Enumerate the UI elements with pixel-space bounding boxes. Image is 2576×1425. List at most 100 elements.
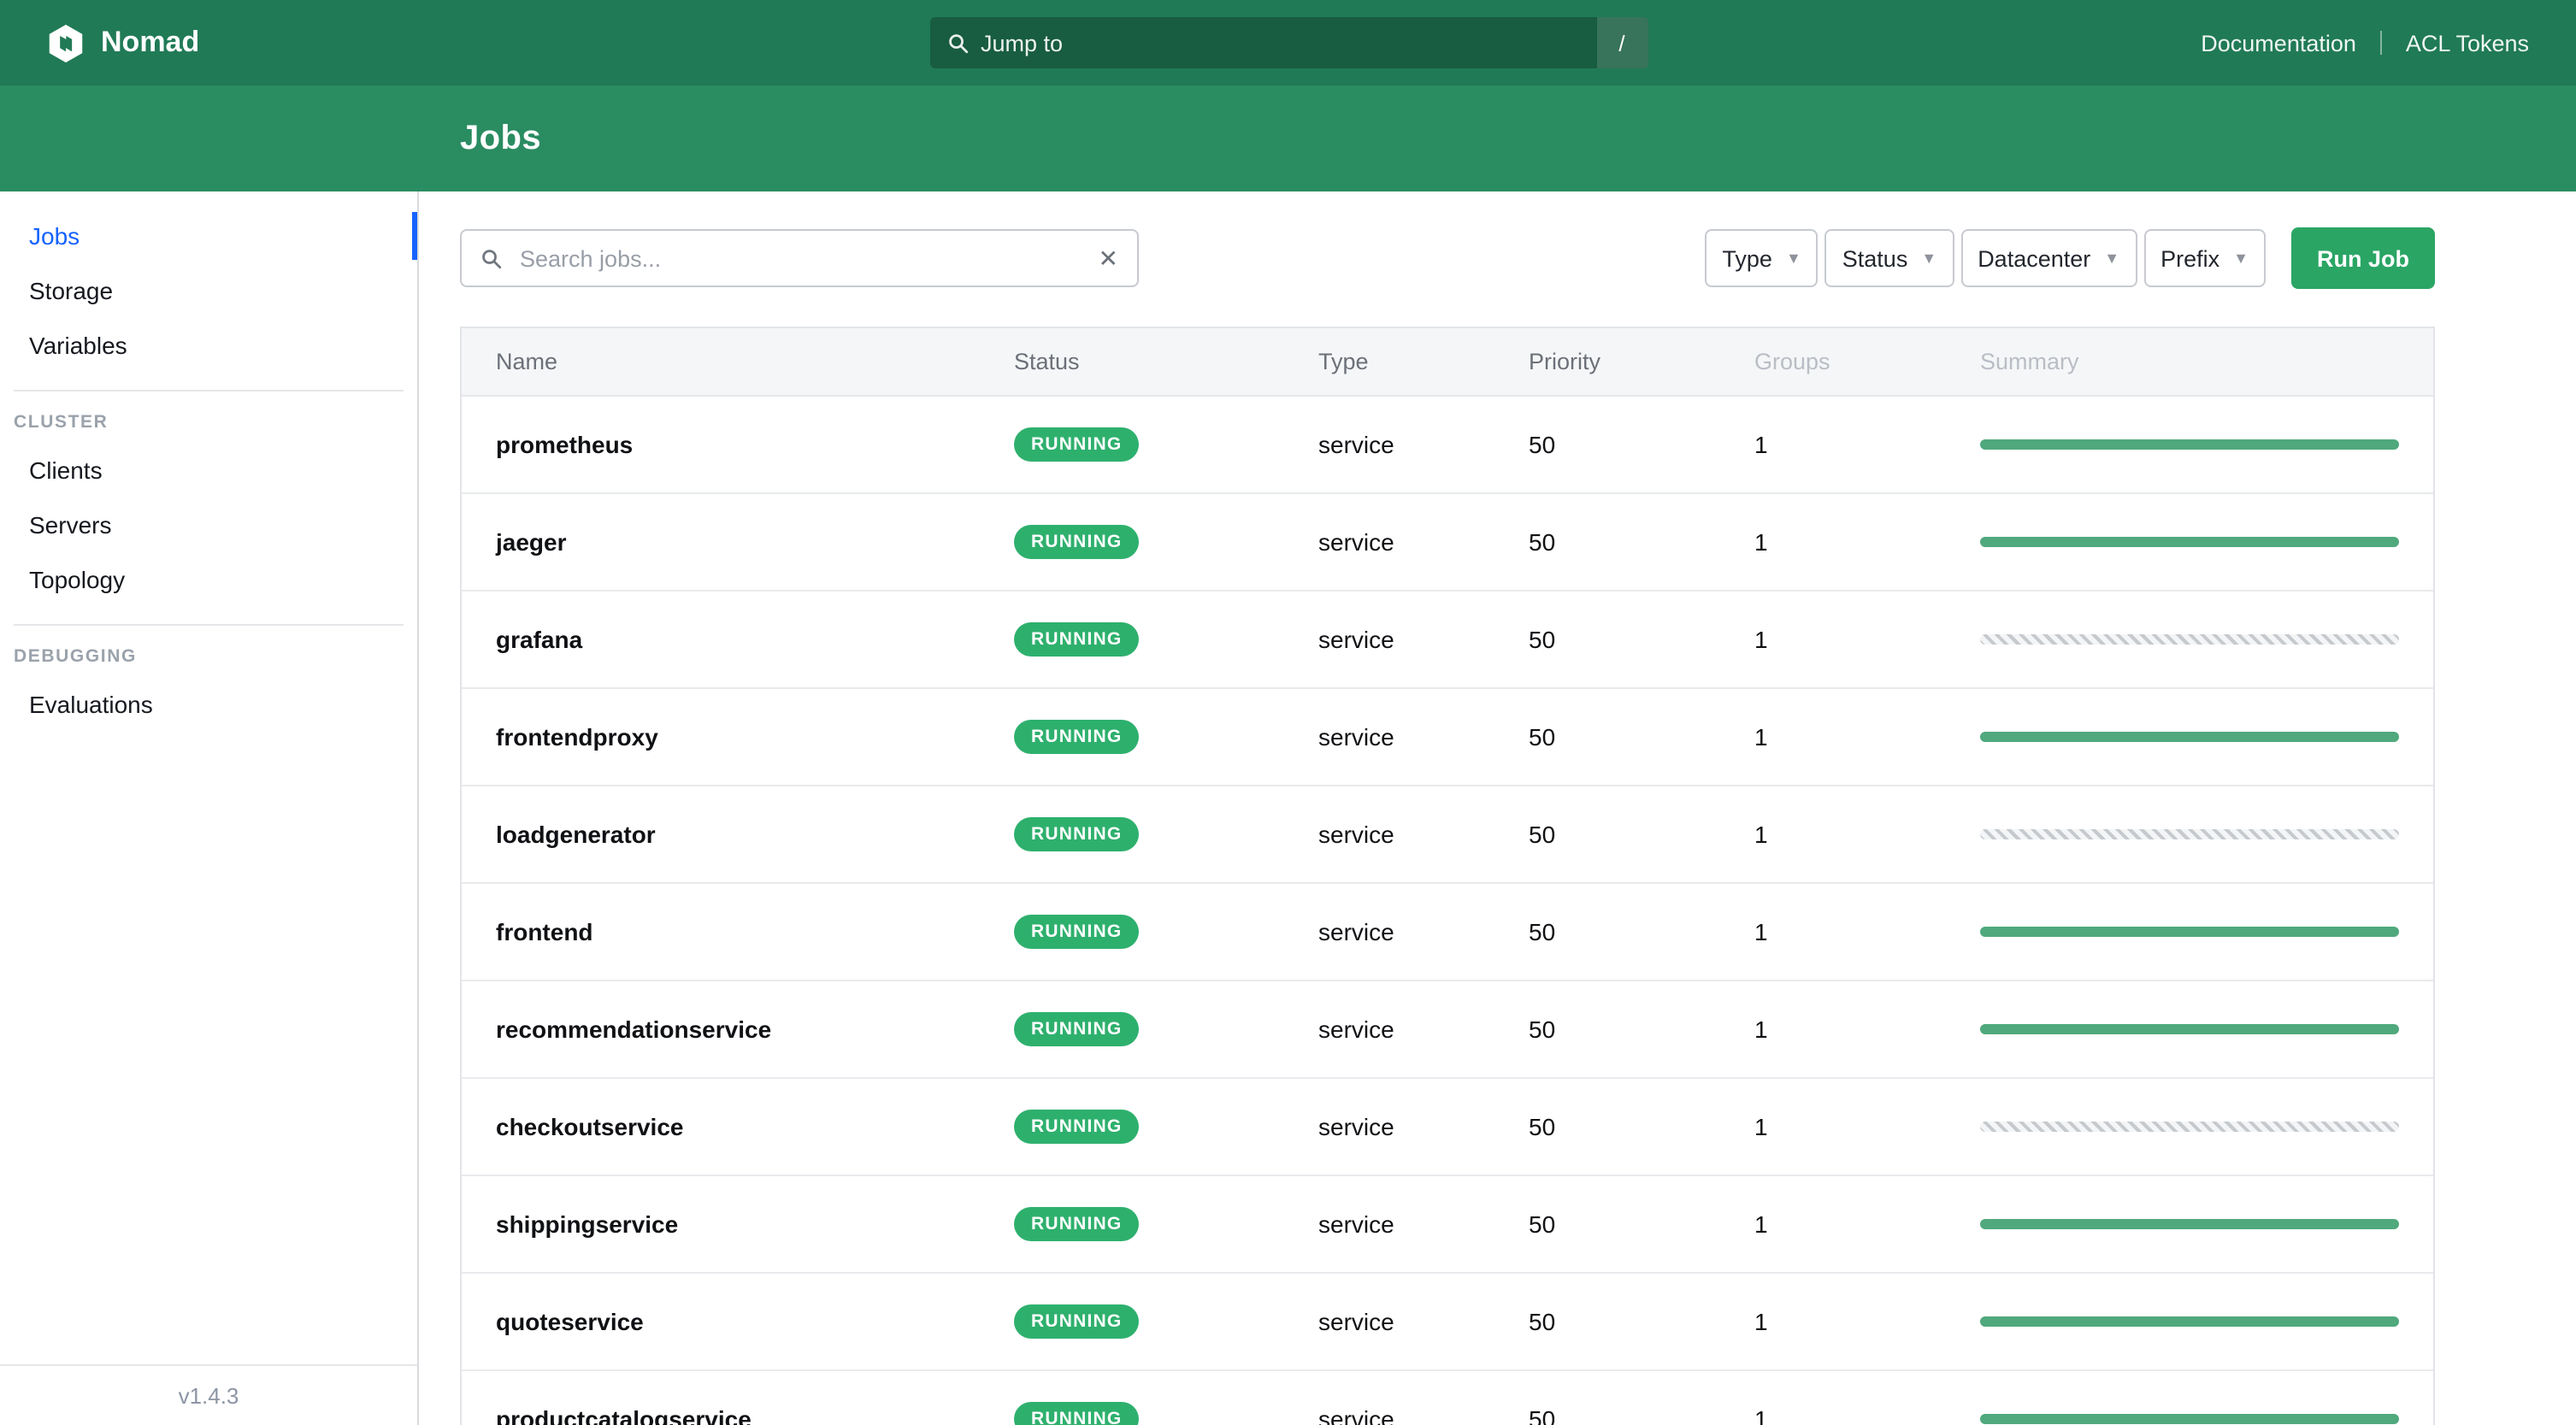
sidebar-item-jobs[interactable]: Jobs [0,209,417,263]
sidebar-item-variables[interactable]: Variables [0,318,417,373]
filter-datacenter-dropdown[interactable]: Datacenter ▼ [1960,229,2137,287]
column-header-groups[interactable]: Groups [1754,349,1980,374]
job-priority: 50 [1529,1210,1556,1238]
top-navbar: Nomad Jump to / Documentation ACL Tokens [0,0,2576,85]
job-groups: 1 [1754,1308,1768,1335]
table-row[interactable]: grafana RUNNING service 50 1 [462,592,2433,689]
job-summary-bar [1980,1316,2399,1327]
job-name: loadgenerator [496,821,656,848]
jobs-table: Name Status Type Priority Groups Summary… [460,327,2435,1425]
job-type: service [1318,1405,1394,1425]
jump-to-search[interactable]: Jump to / [929,17,1648,68]
jobs-toolbar: ✕ Type ▼ Status ▼ Datacenter ▼ Prefix ▼ [460,227,2435,289]
job-type: service [1318,723,1394,751]
job-name: checkoutservice [496,1113,684,1140]
table-row[interactable]: loadgenerator RUNNING service 50 1 [462,786,2433,884]
table-row[interactable]: frontendproxy RUNNING service 50 1 [462,689,2433,786]
sidebar-menu: Jobs Storage Variables [0,191,417,373]
nomad-app: Nomad Jump to / Documentation ACL Tokens… [0,0,2576,1425]
run-job-button[interactable]: Run Job [2291,227,2435,289]
job-status-badge: RUNNING [1014,817,1140,851]
table-row[interactable]: prometheus RUNNING service 50 1 [462,397,2433,494]
job-type: service [1318,528,1394,556]
job-type: service [1318,431,1394,458]
nav-link-acl-tokens[interactable]: ACL Tokens [2406,30,2529,56]
job-groups: 1 [1754,1405,1768,1425]
job-summary-bar [1980,927,2399,937]
column-header-priority[interactable]: Priority [1529,349,1754,374]
job-summary-bar [1980,732,2399,742]
filter-type-dropdown[interactable]: Type ▼ [1705,229,1819,287]
sidebar-section-debugging: DEBUGGING [14,646,137,667]
table-row[interactable]: checkoutservice RUNNING service 50 1 [462,1079,2433,1176]
job-summary-bar [1980,537,2399,547]
job-type: service [1318,1016,1394,1043]
table-row[interactable]: quoteservice RUNNING service 50 1 [462,1274,2433,1371]
job-summary-bar [1980,634,2399,645]
sidebar-item-storage[interactable]: Storage [0,263,417,318]
job-groups: 1 [1754,723,1768,751]
job-summary-bar [1980,1024,2399,1034]
job-priority: 50 [1529,821,1556,848]
job-priority: 50 [1529,431,1556,458]
job-status-badge: RUNNING [1014,1304,1140,1339]
job-groups: 1 [1754,918,1768,945]
sidebar-menu-debugging: Evaluations [0,677,417,732]
job-summary-bar [1980,1122,2399,1132]
jump-to-placeholder: Jump to [981,30,1064,56]
chevron-down-icon: ▼ [2104,250,2120,267]
job-name: shippingservice [496,1210,679,1238]
column-header-summary[interactable]: Summary [1980,349,2433,374]
job-type: service [1318,918,1394,945]
sidebar-item-evaluations[interactable]: Evaluations [0,677,417,732]
sidebar-item-topology[interactable]: Topology [0,552,417,607]
job-status-badge: RUNNING [1014,915,1140,949]
sidebar-item-clients[interactable]: Clients [0,443,417,498]
job-name: grafana [496,626,583,653]
table-row[interactable]: jaeger RUNNING service 50 1 [462,494,2433,592]
table-row[interactable]: recommendationservice RUNNING service 50… [462,981,2433,1079]
sidebar-section-cluster: CLUSTER [14,412,109,433]
column-header-type[interactable]: Type [1318,349,1529,374]
job-type: service [1318,626,1394,653]
table-row[interactable]: shippingservice RUNNING service 50 1 [462,1176,2433,1274]
nav-links-divider [2379,31,2382,55]
jobs-table-header: Name Status Type Priority Groups Summary [462,328,2433,397]
job-name: frontendproxy [496,723,658,751]
job-groups: 1 [1754,528,1768,556]
brand-name: Nomad [101,26,200,58]
table-row[interactable]: productcatalogservice RUNNING service 50… [462,1371,2433,1425]
chevron-down-icon: ▼ [1785,250,1801,267]
job-groups: 1 [1754,1113,1768,1140]
page-title: Jobs [460,119,541,156]
filter-status-dropdown[interactable]: Status ▼ [1824,229,1954,287]
job-status-badge: RUNNING [1014,622,1140,657]
filter-prefix-dropdown[interactable]: Prefix ▼ [2143,229,2266,287]
sidebar-item-servers[interactable]: Servers [0,498,417,552]
job-status-badge: RUNNING [1014,1110,1140,1144]
job-priority: 50 [1529,1405,1556,1425]
clear-search-icon[interactable]: ✕ [1099,246,1118,270]
job-status-badge: RUNNING [1014,1402,1140,1425]
main-content: ✕ Type ▼ Status ▼ Datacenter ▼ Prefix ▼ [419,191,2576,1425]
job-name: recommendationservice [496,1016,772,1043]
job-priority: 50 [1529,528,1556,556]
job-summary-bar [1980,829,2399,839]
search-icon [480,247,503,269]
job-table-body: prometheus RUNNING service 50 1 jaeger R… [462,397,2433,1425]
brand[interactable]: Nomad [48,23,199,62]
search-input[interactable] [516,244,1099,273]
nav-link-documentation[interactable]: Documentation [2201,30,2356,56]
job-groups: 1 [1754,431,1768,458]
page-header: Jobs [0,85,2576,191]
job-type: service [1318,1308,1394,1335]
job-name: prometheus [496,431,634,458]
job-priority: 50 [1529,723,1556,751]
keyboard-shortcut-hint: / [1596,17,1648,68]
column-header-name[interactable]: Name [462,349,1014,374]
column-header-status[interactable]: Status [1014,349,1318,374]
job-summary-bar [1980,1414,2399,1424]
job-priority: 50 [1529,1308,1556,1335]
table-row[interactable]: frontend RUNNING service 50 1 [462,884,2433,981]
job-type: service [1318,1113,1394,1140]
